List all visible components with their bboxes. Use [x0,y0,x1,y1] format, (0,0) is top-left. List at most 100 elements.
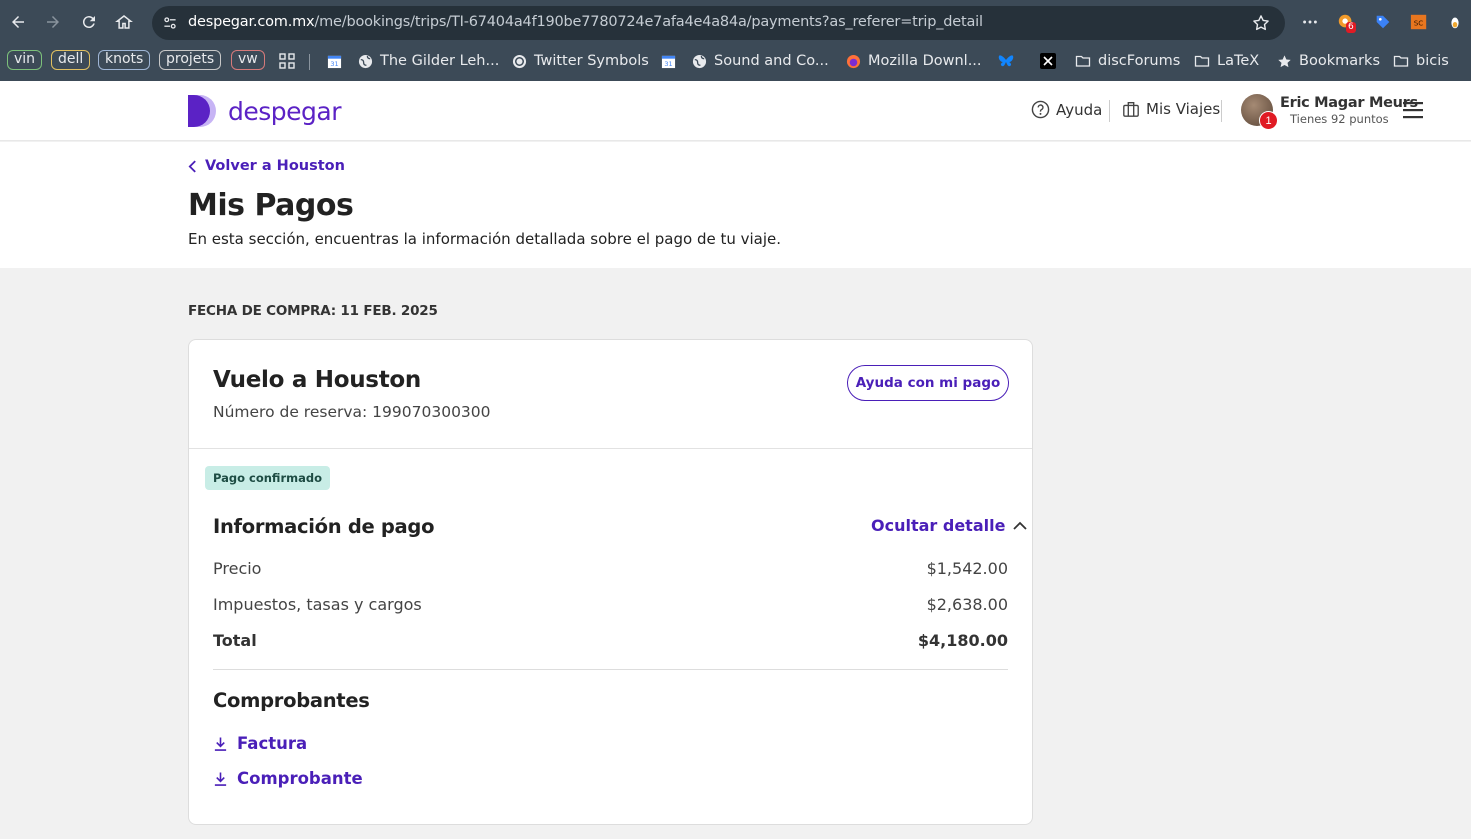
bookmark-tag-vw[interactable]: vw [231,50,265,70]
bookmark-label: Twitter Symbols [534,53,649,69]
svg-text:31: 31 [330,60,338,68]
total-value: $4,180.00 [917,631,1008,650]
firefox-icon [845,53,861,69]
receipts-title: Comprobantes [213,689,370,712]
hamburger-menu-icon[interactable] [1402,100,1424,120]
taxes-value: $2,638.00 [926,595,1008,614]
download-label: Factura [237,734,308,753]
home-icon[interactable] [110,8,138,36]
globe-icon [357,53,373,69]
back-to-trip-link[interactable]: Volver a Houston [188,158,345,174]
bookmark-folder-bookmarks[interactable]: Bookmarks [1276,50,1380,72]
payment-card: Vuelo a Houston Número de reserva: 19907… [188,339,1033,825]
extensions-menu-icon[interactable] [1300,12,1320,32]
payment-info-title: Información de pago [213,515,435,538]
help-label: Ayuda [1056,100,1103,119]
bookmark-label: The Gilder Leh... [380,53,500,69]
globe-icon [691,53,707,69]
bookmark-x[interactable] [1040,50,1056,72]
despegar-logo[interactable]: despegar [188,95,342,127]
extension-tag-icon[interactable] [1373,12,1393,32]
back-icon[interactable] [4,8,32,36]
payment-help-button[interactable]: Ayuda con mi pago [847,365,1009,401]
reservation-number: Número de reserva: 199070300300 [213,403,491,421]
price-value: $1,542.00 [926,559,1008,578]
browser-toolbar: despegar.com.mx/me/bookings/trips/TI-674… [0,0,1471,44]
reload-icon[interactable] [75,8,103,36]
logo-mark-icon [188,95,216,127]
bookmark-calendar-1[interactable]: 31 [326,50,342,72]
card-header: Vuelo a Houston Número de reserva: 19907… [189,340,1032,449]
svg-text:SC: SC [1414,19,1424,28]
forward-icon[interactable] [39,8,67,36]
x-logo-icon [1040,53,1056,69]
hide-detail-toggle[interactable]: Ocultar detalle [871,516,1028,535]
bookmark-folder-bicis[interactable]: bicis [1393,50,1449,72]
download-icon [214,736,227,751]
calendar-icon: 31 [660,53,676,69]
bookmark-label: bicis [1416,53,1449,69]
price-label: Precio [213,559,262,578]
suitcase-icon [1123,102,1139,117]
symbol-site-icon [511,53,527,69]
extension-orange-icon[interactable]: 6 [1336,12,1356,33]
download-icon [214,771,227,786]
user-points: Tienes 92 puntos [1290,112,1389,126]
folder-icon [1194,53,1210,69]
my-trips-label: Mis Viajes [1146,100,1221,118]
bookmark-label: discForums [1098,53,1181,69]
star-icon [1276,53,1292,69]
chevron-left-icon [188,159,196,173]
bookmark-mozilla[interactable]: Mozilla Downl... [845,50,982,72]
site-header: despegar Ayuda Mis Viajes 1 Eric Magar M… [0,81,1471,141]
bookmark-gilder[interactable]: The Gilder Leh... [357,50,499,72]
download-invoice-link[interactable]: Factura [213,734,307,753]
status-badge: Pago confirmado [205,466,330,490]
download-receipt-link[interactable]: Comprobante [213,769,363,788]
help-circle-icon [1031,100,1050,119]
toggle-label: Ocultar detalle [871,516,1006,535]
extension-drop-icon[interactable] [1445,12,1465,32]
bookmark-star-icon[interactable] [1251,13,1271,33]
extension-sc-icon[interactable]: SC [1409,12,1429,32]
bookmark-folder-discforums[interactable]: discForums [1075,50,1180,72]
back-label: Volver a Houston [205,158,345,174]
folder-icon [1075,53,1091,69]
header-divider [1221,100,1222,122]
card-title: Vuelo a Houston [213,367,421,393]
bookmark-sound[interactable]: Sound and Co... [691,50,829,72]
bookmark-folder-latex[interactable]: LaTeX [1194,50,1259,72]
bookmark-bluesky[interactable] [998,50,1014,72]
taxes-label: Impuestos, tasas y cargos [213,595,422,614]
bookmark-tag-projets[interactable]: projets [159,50,222,70]
bookmark-label: Mozilla Downl... [868,53,982,69]
download-label: Comprobante [237,769,363,788]
folder-icon [1393,53,1409,69]
calendar-icon: 31 [326,53,342,69]
section-divider [213,669,1008,670]
bookmarks-bar: vin dell knots projets vw 31 The Gilder … [0,44,1471,80]
address-bar[interactable]: despegar.com.mx/me/bookings/trips/TI-674… [152,6,1285,40]
logo-text: despegar [228,96,342,126]
bookmarks-separator [309,54,310,70]
bookmark-tag-vin[interactable]: vin [7,50,43,70]
bookmark-twitter-symbols[interactable]: Twitter Symbols [511,50,649,72]
bookmark-calendar-2[interactable]: 31 [660,50,676,72]
help-link[interactable]: Ayuda [1031,100,1102,119]
browser-chrome: despegar.com.mx/me/bookings/trips/TI-674… [0,0,1471,81]
apps-grid-icon[interactable] [279,50,295,72]
intro-section: Volver a Houston Mis Pagos En esta secci… [0,142,1471,268]
user-name[interactable]: Eric Magar Meurs [1280,95,1418,111]
site-info-icon[interactable] [160,13,180,33]
page-subtitle: En esta sección, encuentras la informaci… [188,230,782,248]
bookmark-tag-knots[interactable]: knots [98,50,151,70]
header-divider [1109,100,1110,122]
notification-badge: 1 [1259,111,1278,130]
total-label: Total [213,631,257,650]
my-trips-link[interactable]: Mis Viajes [1122,100,1220,118]
purchase-date: FECHA DE COMPRA: 11 FEB. 2025 [188,303,438,319]
bookmark-label: LaTeX [1217,53,1260,69]
extension-badge: 6 [1346,22,1356,33]
bookmark-tag-dell[interactable]: dell [51,50,91,70]
page-title: Mis Pagos [188,188,354,223]
